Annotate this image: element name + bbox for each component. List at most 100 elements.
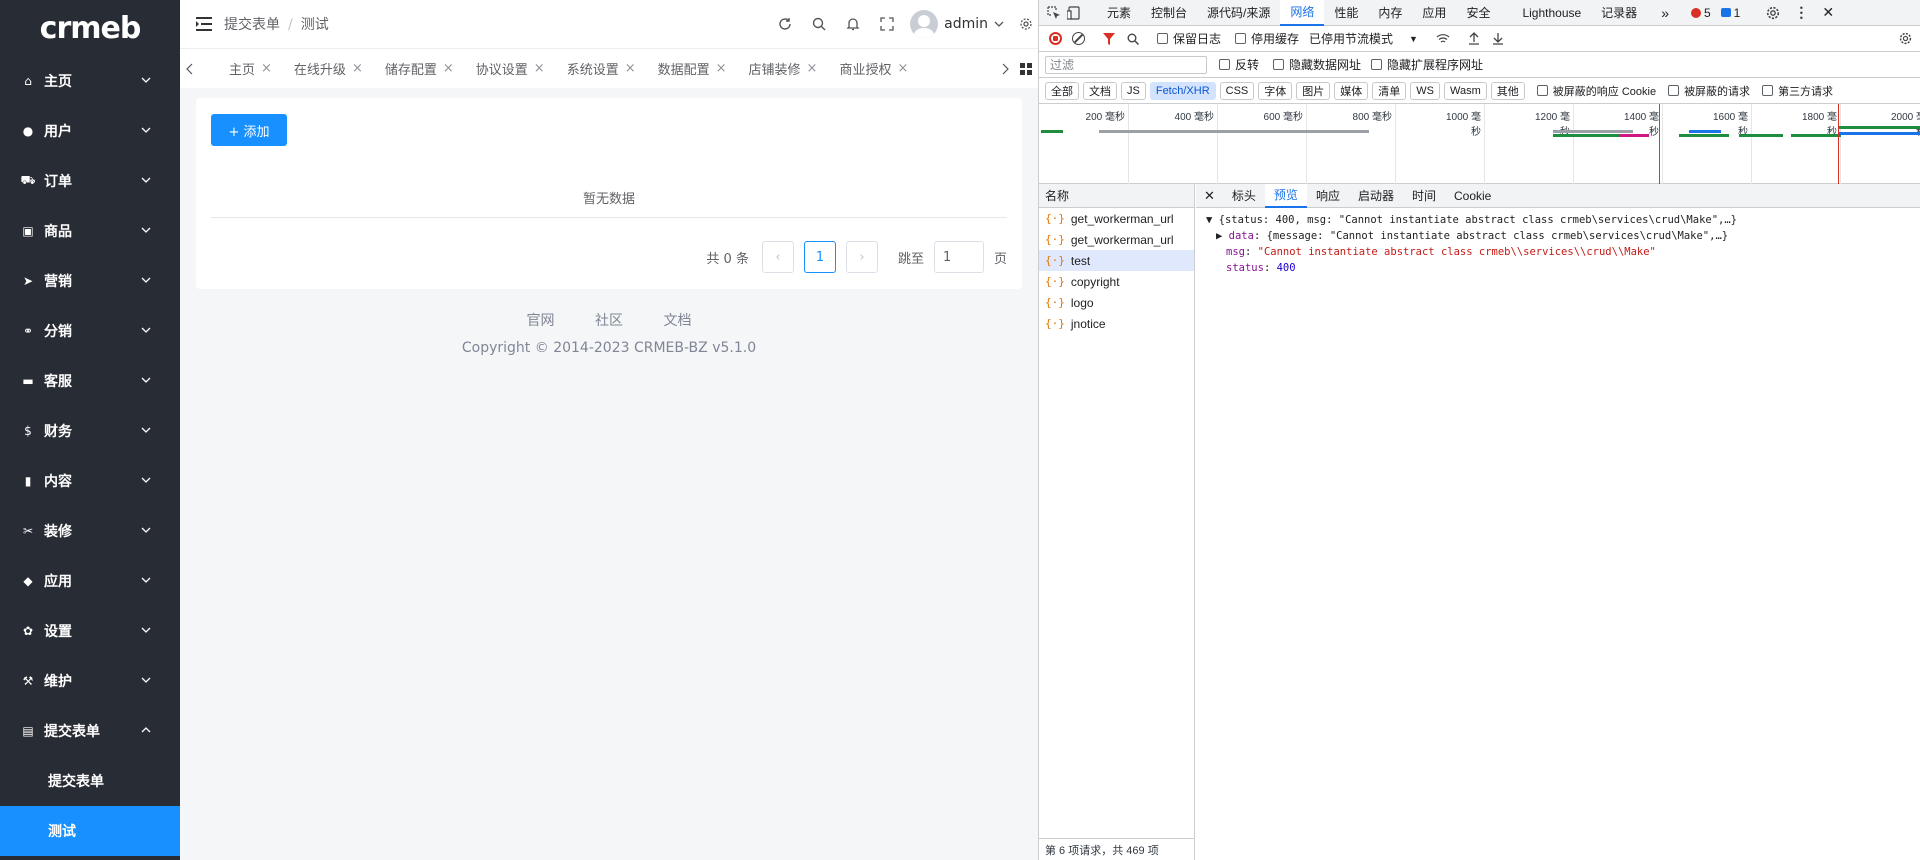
type-filter-button[interactable]: 图片 [1296,81,1331,100]
close-icon[interactable]: × [443,61,454,76]
page-tab[interactable]: 协议设置 × [476,59,545,78]
close-icon[interactable]: × [261,61,272,76]
device-toolbar-icon[interactable] [1067,5,1081,20]
page-tab[interactable]: 商业授权 × [839,59,908,78]
expand-triangle-icon[interactable]: ▶ [1216,230,1229,242]
devtools-tab[interactable]: 记录器 [1591,0,1647,26]
detail-tab[interactable]: Cookie [1445,184,1500,208]
sidebar-item[interactable]: ▣ 商品 [0,206,180,256]
sidebar-item[interactable]: ⛟ 订单 [0,156,180,206]
kebab-menu-icon[interactable]: ⋮ [1794,4,1808,21]
sidebar-subitem[interactable]: 提交表单 [0,756,180,806]
detail-tab[interactable]: 启动器 [1349,184,1403,208]
throttle-select[interactable]: 已停用节流模式 ▼ [1309,30,1418,47]
preview-data-line[interactable]: ▶ data: {message: "Cannot instantiate ab… [1206,228,1911,244]
page-tab[interactable]: 店铺装修 × [749,59,818,78]
tabs-scroll-left-icon[interactable] [185,63,195,75]
filter-input[interactable]: 过滤 [1045,55,1207,74]
footer-link[interactable]: 文档 [663,313,691,329]
network-timeline[interactable]: 200 毫秒400 毫秒600 毫秒800 毫秒1000 毫秒1200 毫秒14… [1039,104,1920,184]
sidebar-item[interactable]: ▬ 客服 [0,356,180,406]
page-tab[interactable]: 系统设置 × [567,59,636,78]
type-filter-button[interactable]: CSS [1219,81,1255,100]
type-filter-button[interactable]: WS [1410,81,1440,100]
type-filter-button[interactable]: 文档 [1083,81,1117,100]
sidebar-item[interactable]: ⚒ 维护 [0,656,180,706]
grid-icon[interactable] [1020,62,1032,75]
footer-link[interactable]: 官网 [527,313,555,329]
clear-icon[interactable] [1072,32,1085,45]
detail-tab[interactable]: 时间 [1403,184,1445,208]
tabs-scroll-right-icon[interactable] [1000,63,1010,75]
close-icon[interactable]: × [716,61,727,76]
bell-icon[interactable] [836,0,870,48]
menu-fold-icon[interactable] [196,17,212,31]
type-filter-button[interactable]: 清单 [1372,81,1407,100]
sidebar-item[interactable]: $ 财务 [0,406,180,456]
page-number-button[interactable]: 1 [803,241,836,273]
type-filter-button[interactable]: 全部 [1045,81,1079,100]
download-icon[interactable] [1492,32,1504,45]
sidebar-item[interactable]: ● 用户 [0,106,180,156]
avatar[interactable] [910,10,939,38]
inspect-element-icon[interactable] [1047,5,1061,20]
page-tab[interactable]: 在线升级 × [294,59,363,78]
page-tab[interactable]: 储存配置 × [385,59,454,78]
username[interactable]: admin [944,16,988,32]
sidebar-item[interactable]: ✿ 设置 [0,606,180,656]
error-count-badge[interactable]: 5 [1690,6,1711,20]
close-icon[interactable]: × [352,61,363,76]
add-button[interactable]: + 添加 [211,114,287,146]
request-row[interactable]: {·} jnotice [1039,313,1194,334]
chevron-down-icon[interactable] [994,19,1004,29]
type-filter-button[interactable]: JS [1121,81,1146,100]
search-icon[interactable] [802,0,836,48]
record-icon[interactable] [1049,32,1062,45]
devtools-tab[interactable]: 网络 [1280,0,1325,26]
close-devtools-icon[interactable]: ✕ [1822,4,1834,21]
sidebar-subitem[interactable]: 测试 [0,806,180,856]
preview-root-line[interactable]: ▼ {status: 400, msg: "Cannot instantiate… [1206,212,1911,228]
devtools-tab[interactable]: 内存 [1368,0,1412,26]
sidebar-item[interactable]: ➤ 营销 [0,256,180,306]
message-count-badge[interactable]: 1 [1720,6,1740,20]
close-icon[interactable]: × [807,61,818,76]
blocked-cookies-checkbox[interactable] [1536,85,1548,96]
sidebar-item[interactable]: ⚭ 分销 [0,306,180,356]
devtools-tab[interactable]: Lighthouse [1512,0,1591,26]
fullscreen-icon[interactable] [870,0,904,48]
invert-checkbox[interactable] [1219,59,1230,70]
request-row[interactable]: {·} test [1039,250,1194,271]
settings-icon[interactable] [1014,0,1038,48]
type-filter-button[interactable]: Fetch/XHR [1149,81,1216,100]
sidebar-item[interactable]: ⌂ 主页 [0,56,180,106]
devtools-tab[interactable]: 应用 [1412,0,1456,26]
breadcrumb-item[interactable]: 提交表单 [224,17,280,33]
refresh-icon[interactable] [768,0,802,48]
devtools-tab[interactable]: 性能 [1324,0,1368,26]
prev-page-button[interactable]: ‹ [761,241,794,273]
sidebar-item[interactable]: ✂ 装修 [0,506,180,556]
gear-icon[interactable] [1766,6,1780,20]
close-icon[interactable]: × [625,61,636,76]
devtools-tab[interactable]: 元素 [1097,0,1141,26]
devtools-tab[interactable]: 源代码/来源 [1197,0,1280,26]
footer-link[interactable]: 社区 [595,313,623,329]
hide-ext-urls-checkbox[interactable] [1371,59,1383,70]
more-tabs-icon[interactable]: » [1661,5,1669,21]
page-tab[interactable]: 主页 × [229,59,272,78]
name-column-header[interactable]: 名称 [1039,184,1194,208]
hide-data-urls-checkbox[interactable] [1273,59,1285,70]
type-filter-button[interactable]: 其他 [1490,81,1525,100]
request-row[interactable]: {·} copyright [1039,271,1194,292]
next-page-button[interactable]: › [845,241,878,273]
close-icon[interactable]: × [534,61,545,76]
type-filter-button[interactable]: Wasm [1444,81,1487,100]
request-row[interactable]: {·} get_workerman_url [1039,208,1194,229]
detail-tab[interactable]: 响应 [1307,184,1349,208]
wifi-settings-icon[interactable] [1436,33,1450,45]
network-settings-icon[interactable] [1899,32,1912,45]
detail-tab[interactable]: 预览 [1264,183,1307,208]
request-row[interactable]: {·} logo [1039,292,1194,313]
blocked-requests-checkbox[interactable] [1668,85,1680,96]
